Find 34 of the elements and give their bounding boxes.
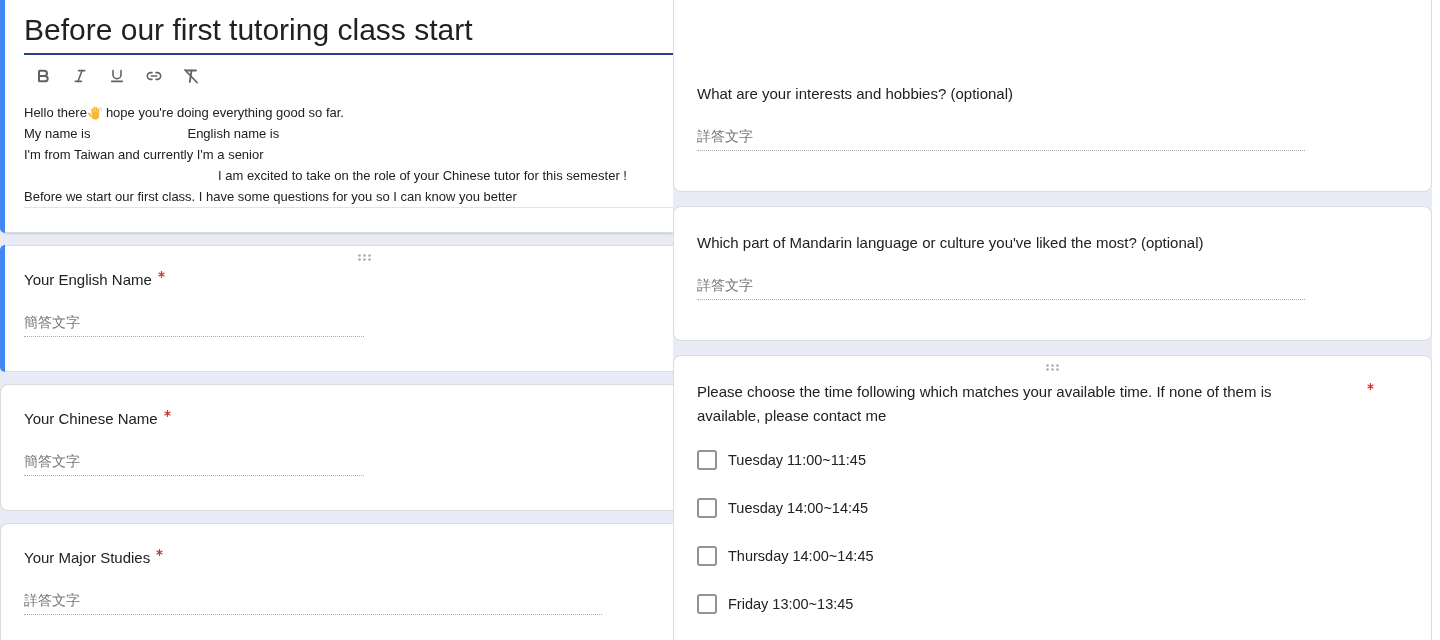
short-answer-field[interactable]: 簡答文字 xyxy=(24,308,364,337)
bold-icon[interactable] xyxy=(35,68,51,84)
description-text: I am excited to take on the role of your Chinese tutor for this semester ! xyxy=(218,167,627,185)
checkbox[interactable] xyxy=(697,498,717,518)
waving-hand-icon xyxy=(87,105,102,120)
option-label: Tuesday 14:00~14:45 xyxy=(728,499,869,518)
form-title-field[interactable]: Before our first tutoring class start xyxy=(24,7,673,55)
question-title: Which part of Mandarin language or culture you've liked the most? (optional) xyxy=(697,233,1204,253)
checkbox[interactable] xyxy=(697,450,717,470)
paragraph-answer-field[interactable]: 詳答文字 xyxy=(697,122,1305,151)
option-label: Thursday 14:00~14:45 xyxy=(728,547,874,566)
clear-formatting-icon[interactable] xyxy=(183,68,199,84)
drag-handle-icon[interactable] xyxy=(1045,364,1059,371)
question-title: Your Major Studies xyxy=(24,548,151,568)
short-answer-field[interactable]: 簡答文字 xyxy=(24,447,364,476)
checkbox[interactable] xyxy=(697,594,717,614)
question-title: Please choose the time following which matches your available time. If none of them is available, please contact me xyxy=(697,382,1273,426)
option-label: Friday 13:00~13:45 xyxy=(728,595,854,614)
paragraph-answer-field[interactable]: 詳答文字 xyxy=(24,586,602,615)
description-text: I'm from Taiwan and currently I'm a senior xyxy=(24,146,264,164)
paragraph-answer-field[interactable]: 詳答文字 xyxy=(697,271,1305,300)
checkbox[interactable] xyxy=(697,546,717,566)
description-text: Hello there xyxy=(24,104,87,122)
description-text: Before we start our first class. I have some questions for you so I can know you better xyxy=(24,188,517,206)
question-title: What are your interests and hobbies? (optional) xyxy=(697,84,1013,104)
description-text: English name is xyxy=(187,125,280,143)
description-text: hope you're doing everything good so far. xyxy=(105,104,344,122)
underline-icon[interactable] xyxy=(109,68,125,84)
italic-icon[interactable] xyxy=(72,68,88,84)
question-title: Your Chinese Name xyxy=(24,409,158,429)
drag-handle-icon[interactable] xyxy=(358,254,371,261)
description-text: My name is xyxy=(24,125,91,143)
option-label: Tuesday 11:00~11:45 xyxy=(728,451,866,470)
question-title: Your English Name xyxy=(24,270,152,290)
